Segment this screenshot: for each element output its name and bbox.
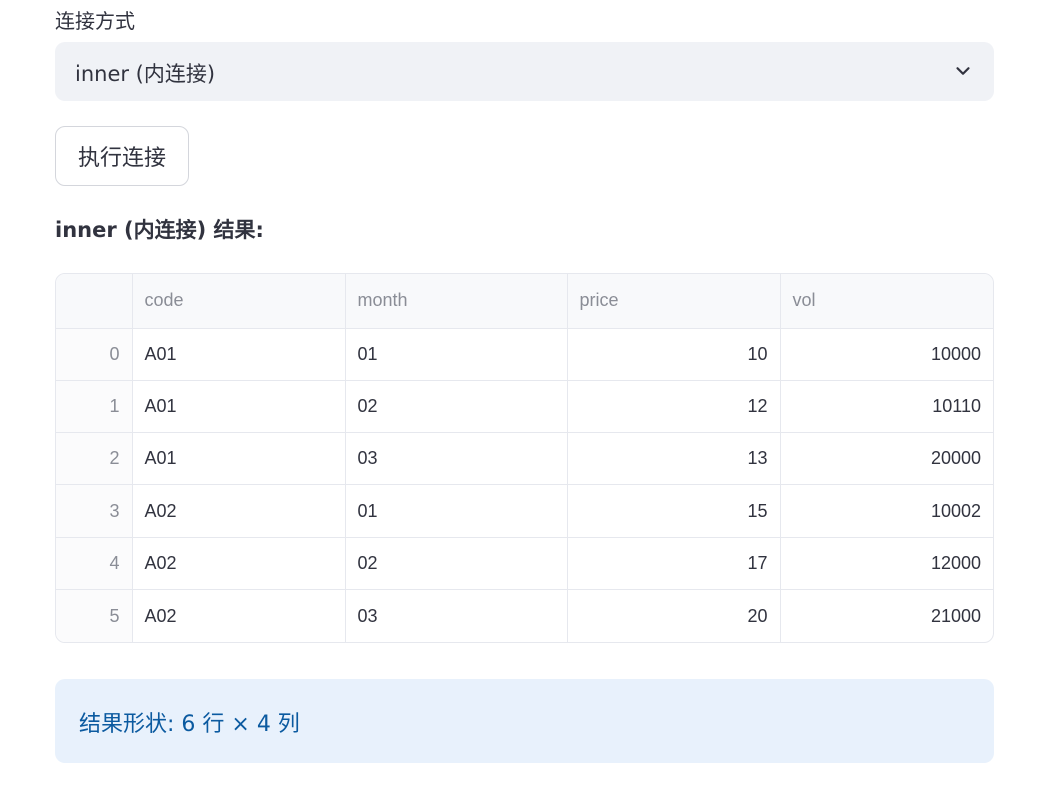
result-shape-text: 结果形状: 6 行 × 4 列 (79, 712, 300, 737)
table-row: 3 A02 01 15 10002 (56, 484, 993, 538)
cell-price[interactable]: 17 (567, 537, 781, 591)
table-row: 4 A02 02 17 12000 (56, 537, 993, 591)
cell-month[interactable]: 01 (345, 328, 568, 381)
row-index: 3 (56, 484, 133, 538)
table-row: 0 A01 01 10 10000 (56, 328, 993, 381)
row-index: 5 (56, 589, 133, 642)
cell-price[interactable]: 20 (567, 589, 781, 642)
cell-code[interactable]: A02 (132, 484, 346, 538)
cell-vol[interactable]: 10110 (780, 380, 993, 434)
header-month[interactable]: month (345, 274, 568, 329)
cell-vol[interactable]: 10000 (780, 328, 993, 381)
cell-code[interactable]: A01 (132, 328, 346, 381)
cell-code[interactable]: A01 (132, 380, 346, 434)
header-price[interactable]: price (567, 274, 781, 329)
cell-month[interactable]: 03 (345, 589, 568, 642)
result-table[interactable]: code month price vol 0 A01 01 10 10000 1… (55, 273, 994, 643)
cell-vol[interactable]: 20000 (780, 432, 993, 486)
cell-code[interactable]: A02 (132, 537, 346, 591)
header-index (56, 274, 133, 329)
cell-price[interactable]: 10 (567, 328, 781, 381)
cell-price[interactable]: 13 (567, 432, 781, 486)
header-vol[interactable]: vol (780, 274, 993, 329)
result-shape-info-box: 结果形状: 6 行 × 4 列 (55, 679, 994, 763)
cell-price[interactable]: 15 (567, 484, 781, 538)
cell-price[interactable]: 12 (567, 380, 781, 434)
table-header-row: code month price vol (56, 274, 993, 329)
row-index: 1 (56, 380, 133, 434)
cell-month[interactable]: 02 (345, 380, 568, 434)
cell-vol[interactable]: 10002 (780, 484, 993, 538)
result-title: inner (内连接) 结果: (55, 218, 264, 242)
row-index: 2 (56, 432, 133, 486)
join-type-select[interactable]: inner (内连接) (55, 42, 994, 101)
join-type-label: 连接方式 (55, 9, 135, 33)
table-row: 5 A02 03 20 21000 (56, 589, 993, 642)
table-row: 1 A01 02 12 10110 (56, 380, 993, 434)
row-index: 4 (56, 537, 133, 591)
cell-vol[interactable]: 12000 (780, 537, 993, 591)
table-row: 2 A01 03 13 20000 (56, 432, 993, 486)
join-type-selected-value: inner (内连接) (75, 62, 216, 86)
chevron-down-icon[interactable] (952, 60, 974, 82)
row-index: 0 (56, 328, 133, 381)
cell-code[interactable]: A01 (132, 432, 346, 486)
cell-vol[interactable]: 21000 (780, 590, 993, 642)
run-join-button[interactable]: 执行连接 (55, 126, 189, 186)
cell-month[interactable]: 02 (345, 537, 568, 591)
header-code[interactable]: code (132, 274, 346, 329)
cell-month[interactable]: 01 (345, 484, 568, 538)
cell-code[interactable]: A02 (132, 589, 346, 642)
cell-month[interactable]: 03 (345, 432, 568, 486)
